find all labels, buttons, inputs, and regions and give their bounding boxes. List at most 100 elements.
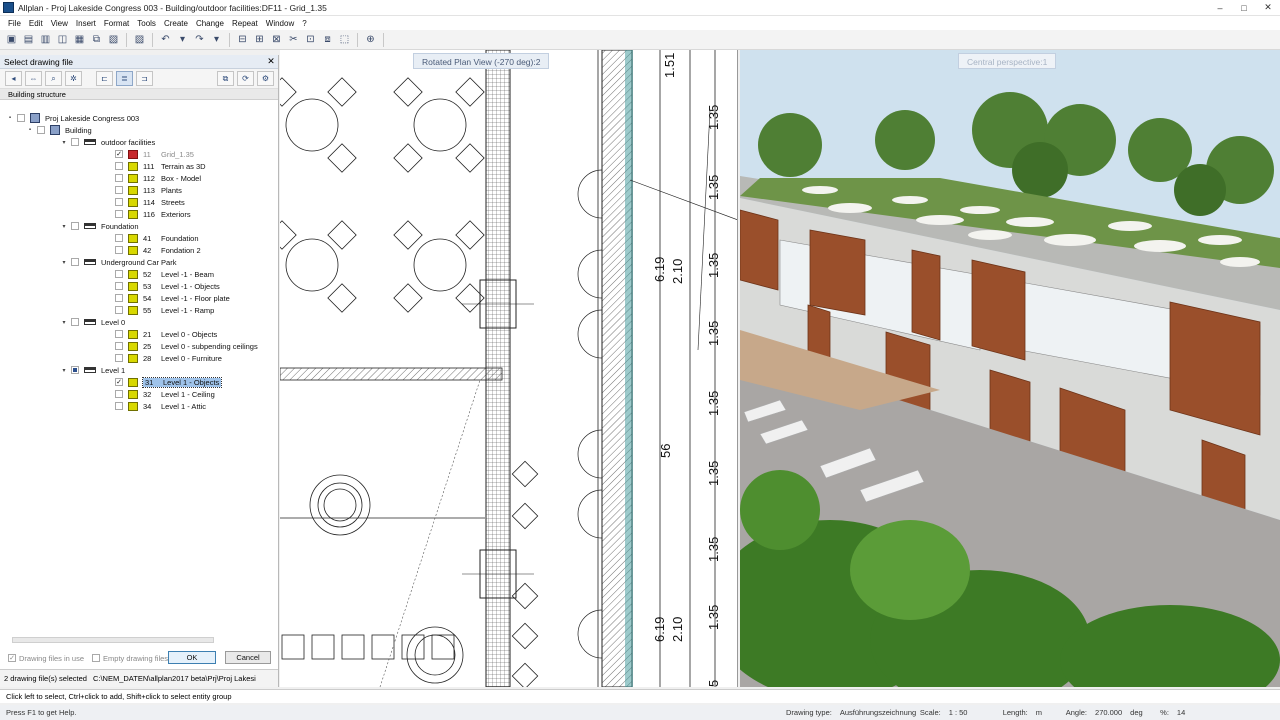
filter-icon[interactable]: ✲ — [65, 71, 82, 86]
undo-icon[interactable]: ↶ — [158, 32, 173, 47]
redo-icon[interactable]: ↷ — [192, 32, 207, 47]
tree-row[interactable]: ▾ Level 1 — [60, 364, 125, 376]
ok-button[interactable]: OK — [168, 651, 216, 664]
tree-row[interactable]: 112 Box - Model — [104, 172, 201, 184]
tree-row[interactable]: ✓ 31 Level 1 - Objects — [104, 376, 223, 388]
structure-view-icon[interactable]: ⊐ — [136, 71, 153, 86]
tree-checkbox[interactable] — [71, 258, 79, 266]
undo-dropdown-icon[interactable]: ▾ — [175, 32, 190, 47]
tree-checkbox[interactable] — [115, 354, 123, 362]
preview2-icon[interactable]: ▨ — [132, 32, 147, 47]
tree-checkbox[interactable] — [71, 318, 79, 326]
menu-edit[interactable]: Edit — [25, 19, 47, 28]
tree-row[interactable]: 116 Exteriors — [104, 208, 191, 220]
grid-icon[interactable]: ⊞ — [252, 32, 267, 47]
expand-toggle-icon[interactable]: ▪ — [26, 127, 34, 133]
cut-icon[interactable]: ✂ — [286, 32, 301, 47]
expand-toggle-icon[interactable]: ▾ — [60, 223, 68, 230]
print-icon[interactable]: ▥ — [38, 32, 53, 47]
save-icon[interactable]: ▦ — [72, 32, 87, 47]
tree-checkbox[interactable] — [115, 282, 123, 290]
tree-row[interactable]: ▪ Proj Lakeside Congress 003 — [6, 112, 139, 124]
open-icon[interactable]: ▤ — [21, 32, 36, 47]
new-icon[interactable]: ▣ — [4, 32, 19, 47]
length-unit[interactable]: m — [1030, 708, 1060, 717]
move-icon[interactable]: ⊠ — [269, 32, 284, 47]
expand-toggle-icon[interactable]: ▾ — [60, 367, 68, 374]
tree-row[interactable]: ▪ Building — [26, 124, 92, 136]
tree-row[interactable]: 54 Level -1 - Floor plate — [104, 292, 230, 304]
menu-format[interactable]: Format — [100, 19, 133, 28]
tree-row[interactable]: ▾ Foundation — [60, 220, 138, 232]
menu-file[interactable]: File — [4, 19, 25, 28]
zoom-icon[interactable]: ⊕ — [363, 32, 378, 47]
menu-repeat[interactable]: Repeat — [228, 19, 262, 28]
empty-drawing-files-option[interactable]: Empty drawing files — [92, 654, 168, 663]
tree-row[interactable]: ▾ Level 0 — [60, 316, 125, 328]
tree-checkbox[interactable] — [115, 390, 123, 398]
snap-icon[interactable]: ⊟ — [235, 32, 250, 47]
link-icon[interactable]: ⇔ — [25, 71, 42, 86]
tree-row[interactable]: 113 Plants — [104, 184, 182, 196]
expand-toggle-icon[interactable]: ▪ — [6, 115, 14, 121]
tree-row[interactable]: 32 Level 1 - Ceiling — [104, 388, 215, 400]
scale-value[interactable]: 1 : 50 — [943, 708, 997, 717]
perspective-view-label[interactable]: Central perspective:1 — [958, 53, 1057, 69]
tree-checkbox[interactable] — [115, 330, 123, 338]
tree-checkbox[interactable] — [71, 366, 79, 374]
drawing-type-value[interactable]: Ausführungszeichnung — [834, 708, 916, 717]
expand-toggle-icon[interactable]: ▾ — [60, 319, 68, 326]
menu-insert[interactable]: Insert — [72, 19, 100, 28]
angle-value[interactable]: 270.000 — [1089, 708, 1124, 717]
expand-toggle-icon[interactable]: ▾ — [60, 139, 68, 146]
empty-drawing-files-checkbox[interactable] — [92, 654, 101, 662]
tree-row[interactable]: 114 Streets — [104, 196, 185, 208]
tree-checkbox[interactable] — [115, 294, 123, 302]
tree-row[interactable]: 41 Foundation — [104, 232, 199, 244]
drawing-files-in-use-option[interactable]: ✓ Drawing files in use — [8, 654, 84, 663]
menu-help[interactable]: ? — [298, 19, 310, 28]
tree-checkbox[interactable] — [71, 222, 79, 230]
preview-icon[interactable]: ◫ — [55, 32, 70, 47]
back-icon[interactable]: ◂ — [5, 71, 22, 86]
menu-window[interactable]: Window — [262, 19, 298, 28]
tree-checkbox[interactable] — [115, 162, 123, 170]
settings-icon[interactable]: ⚙ — [257, 71, 274, 86]
list-view-icon[interactable]: ≣ — [116, 71, 133, 86]
plan-viewport[interactable]: 1.51 1.35 1.35 1.35 6.19 2.10 1.35 1.35 … — [280, 50, 738, 687]
tree-checkbox[interactable] — [115, 198, 123, 206]
tree-row[interactable]: 111 Terrain as 3D — [104, 160, 206, 172]
tree-row[interactable]: 28 Level 0 - Furniture — [104, 352, 222, 364]
maximize-button[interactable]: □ — [1232, 0, 1256, 16]
tree-checkbox[interactable] — [115, 402, 123, 410]
tree-row[interactable]: 25 Level 0 - subpending ceilings — [104, 340, 258, 352]
expand-toggle-icon[interactable]: ▾ — [60, 259, 68, 266]
building-structure-tab[interactable]: Building structure — [0, 89, 278, 100]
tree-row[interactable]: 52 Level -1 - Beam — [104, 268, 214, 280]
tree-checkbox[interactable] — [115, 210, 123, 218]
minimize-button[interactable]: – — [1208, 0, 1232, 16]
menu-view[interactable]: View — [47, 19, 72, 28]
copy-icon[interactable]: ⧉ — [89, 32, 104, 47]
redo-dropdown-icon[interactable]: ▾ — [209, 32, 224, 47]
refresh-icon[interactable]: ⟳ — [237, 71, 254, 86]
tree-checkbox[interactable] — [115, 174, 123, 182]
layer2-icon[interactable]: ⧈ — [320, 32, 335, 47]
tree-checkbox[interactable] — [71, 138, 79, 146]
tree-checkbox[interactable] — [37, 126, 45, 134]
tree-checkbox[interactable] — [115, 342, 123, 350]
tree-checkbox[interactable] — [115, 234, 123, 242]
tree-checkbox[interactable] — [115, 270, 123, 278]
cube-icon[interactable]: ⬚ — [337, 32, 352, 47]
menu-tools[interactable]: Tools — [133, 19, 160, 28]
tree-checkbox[interactable]: ✓ — [115, 150, 123, 158]
tree-row[interactable]: ✓ 11 Grid_1.35 — [104, 148, 194, 160]
perspective-viewport[interactable]: Central perspective:1 — [740, 50, 1280, 687]
tree-checkbox[interactable] — [115, 186, 123, 194]
layer-icon[interactable]: ⊡ — [303, 32, 318, 47]
tree-row[interactable]: 53 Level -1 - Objects — [104, 280, 220, 292]
tree-row[interactable]: 34 Level 1 - Attic — [104, 400, 206, 412]
tree-checkbox[interactable]: ✓ — [115, 378, 123, 386]
plan-view-label[interactable]: Rotated Plan View (-270 deg):2 — [413, 53, 550, 69]
tree-horizontal-scrollbar[interactable] — [12, 637, 214, 643]
